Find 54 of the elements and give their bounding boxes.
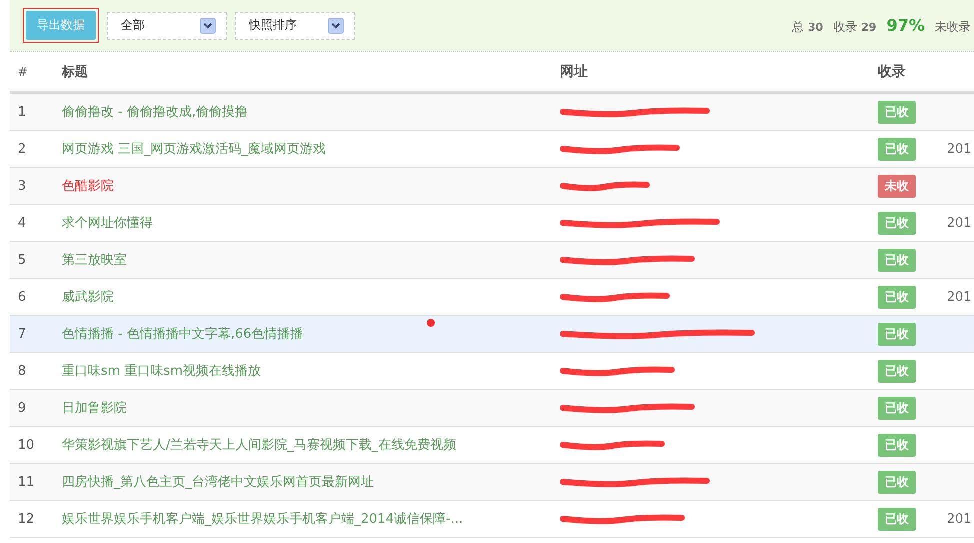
row-number: 4 [17, 216, 28, 230]
date-text: 201 [947, 512, 972, 526]
site-title-link[interactable]: 娱乐世界娱乐手机客户端_娱乐世界娱乐手机客户端_2014诚信保障-... [62, 510, 560, 528]
filter-dropdown[interactable]: 快照排序 [235, 12, 355, 40]
row-number: 5 [17, 252, 28, 268]
row-number: 7 [17, 326, 28, 342]
table-row[interactable]: 9 日加鲁影院 已收 [10, 390, 974, 427]
stat-label: 总 [792, 18, 804, 36]
row-number: 2 [17, 142, 28, 156]
status-badge: 未收 [878, 174, 916, 198]
row-number: 10 [17, 438, 36, 452]
status-badge: 已收 [878, 322, 916, 346]
stat-value: 29 [861, 20, 877, 34]
column-header: 网址 [560, 62, 589, 80]
row-number: 6 [17, 290, 28, 304]
status-badge: 已收 [878, 508, 916, 530]
filter-dropdown[interactable]: 全部 [107, 12, 227, 40]
table-row[interactable]: 1 偷偷撸改 - 偷偷撸改成,偷偷摸撸 已收 [10, 94, 974, 131]
status-badge: 已收 [878, 100, 916, 124]
stat-value: 30 [808, 20, 824, 34]
status-badge: 已收 [878, 360, 916, 382]
stat-label: 未收录 [935, 18, 971, 36]
row-number: 11 [17, 474, 36, 490]
status-badge: 已收 [878, 138, 916, 160]
row-number: 8 [17, 364, 28, 378]
site-title-link[interactable]: 求个网址你懂得 [62, 214, 560, 232]
stray-dot-mark [427, 319, 435, 327]
row-number: 3 [17, 178, 28, 194]
stat-label: 收录 [833, 18, 858, 36]
status-badge: 已收 [878, 434, 916, 456]
percent-value: 97% [886, 16, 925, 34]
column-header: # [17, 64, 30, 78]
site-title-link[interactable]: 重口味sm 重口味sm视频在线播放 [62, 362, 560, 380]
status-badge: 已收 [878, 470, 916, 494]
table-row[interactable]: 5 第三放映室 已收 [10, 242, 974, 279]
table-row[interactable]: 11 四房快播_第八色主页_台湾佬中文娱乐网首页最新网址 已收 [10, 464, 974, 501]
date-text: 201 [947, 216, 972, 230]
row-number: 12 [17, 512, 36, 526]
date-text: 201 [947, 142, 972, 156]
site-title-link[interactable]: 威武影院 [62, 288, 560, 306]
row-number: 1 [17, 104, 28, 120]
site-title-link[interactable]: 网页游戏 三国_网页游戏激活码_魔域网页游戏 [62, 140, 560, 158]
table-row[interactable]: 7 色情播播 - 色情播播中文字幕,66色情播播 已收 [10, 316, 974, 353]
table-row[interactable]: 3 色酷影院 未收 [10, 168, 974, 205]
status-badge: 已收 [878, 212, 916, 234]
site-title-link[interactable]: 色酷影院 [62, 177, 560, 195]
date-text: 201 [947, 290, 972, 304]
table-row[interactable]: 12 娱乐世界娱乐手机客户端_娱乐世界娱乐手机客户端_2014诚信保障-... 已收 201 [10, 501, 974, 538]
column-header: 收录 [878, 62, 907, 80]
row-number: 9 [17, 400, 28, 416]
site-title-link[interactable]: 华策影视旗下艺人/兰若寺天上人间影院_马赛视频下载_在线免费视频 [62, 436, 560, 454]
status-badge: 已收 [878, 396, 916, 420]
status-badge: 已收 [878, 248, 916, 272]
status-badge: 已收 [878, 286, 916, 308]
